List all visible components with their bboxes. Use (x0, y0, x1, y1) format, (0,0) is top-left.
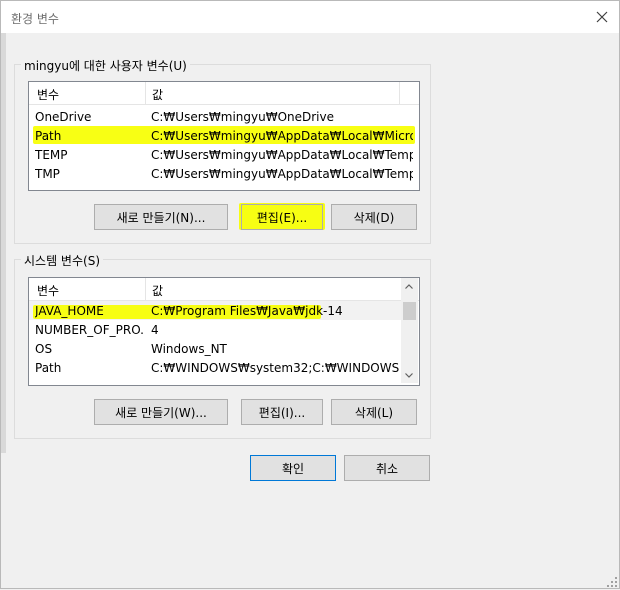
user-variables-list[interactable]: 변수 값 OneDrive C:₩Users₩mingyu₩OneDrive P… (28, 81, 420, 191)
user-row-temp[interactable]: TEMP C:₩Users₩mingyu₩AppData₩Local₩Temp (29, 146, 419, 165)
user-new-button[interactable]: 새로 만들기(N)... (94, 204, 228, 230)
window-edge-strip (1, 33, 6, 453)
system-new-button[interactable]: 새로 만들기(W)... (94, 399, 228, 425)
user-delete-button[interactable]: 삭제(D) (331, 204, 417, 230)
system-col-name-header[interactable]: 변수 (37, 282, 59, 299)
system-variables-label: 시스템 변수(S) (21, 252, 103, 269)
system-var-value: Windows_NT (151, 342, 227, 356)
user-var-value: C:₩Users₩mingyu₩OneDrive (151, 110, 334, 124)
system-edit-button[interactable]: 편집(I)... (241, 399, 323, 425)
user-var-value: C:₩Users₩mingyu₩AppData₩Local₩Micro... (151, 129, 413, 143)
user-var-name: TMP (35, 167, 60, 181)
environment-variables-dialog: 환경 변수 mingyu에 대한 사용자 변수(U) 변수 값 OneDrive… (0, 0, 620, 589)
cancel-button[interactable]: 취소 (344, 455, 430, 481)
user-var-name: OneDrive (35, 110, 92, 124)
system-row-os[interactable]: OS Windows_NT (29, 340, 401, 359)
chevron-down-icon[interactable] (402, 369, 416, 381)
system-row-path[interactable]: Path C:₩WINDOWS₩system32;C:₩WINDOWS;C... (29, 359, 401, 378)
user-edit-button[interactable]: 편집(E)... (241, 204, 323, 230)
system-var-name: JAVA_HOME (35, 304, 104, 318)
system-col-separator[interactable] (145, 278, 146, 300)
user-var-name: Path (35, 129, 62, 143)
system-var-name: NUMBER_OF_PRO... (35, 323, 143, 337)
system-var-name: Path (35, 361, 62, 375)
user-variables-label: mingyu에 대한 사용자 변수(U) (21, 57, 190, 74)
system-var-value: 4 (151, 323, 159, 337)
system-col-value-header[interactable]: 값 (152, 282, 163, 299)
user-row-tmp[interactable]: TMP C:₩Users₩mingyu₩AppData₩Local₩Temp (29, 165, 419, 184)
system-delete-button[interactable]: 삭제(L) (331, 399, 417, 425)
system-variables-list[interactable]: 변수 값 JAVA_HOME C:₩Program Files₩Java₩jdk… (28, 277, 420, 386)
user-row-onedrive[interactable]: OneDrive C:₩Users₩mingyu₩OneDrive (29, 108, 419, 127)
ok-button[interactable]: 확인 (250, 455, 336, 481)
window-title: 환경 변수 (11, 12, 59, 26)
user-col-separator[interactable] (145, 82, 146, 104)
user-var-name: TEMP (35, 148, 68, 162)
system-row-number-of-processors[interactable]: NUMBER_OF_PRO... 4 (29, 321, 401, 340)
user-col-value-header[interactable]: 값 (152, 86, 163, 103)
user-col-separator-2[interactable] (399, 82, 400, 104)
user-col-name-header[interactable]: 변수 (37, 86, 59, 103)
scrollbar-thumb[interactable] (403, 302, 416, 320)
user-var-value: C:₩Users₩mingyu₩AppData₩Local₩Temp (151, 148, 413, 162)
chevron-up-icon[interactable] (402, 280, 416, 292)
system-var-value: C:₩Program Files₩Java₩jdk-14 (151, 304, 343, 318)
system-var-name: OS (35, 342, 53, 356)
system-row-java-home[interactable]: JAVA_HOME C:₩Program Files₩Java₩jdk-14 (29, 302, 401, 321)
system-list-header: 변수 값 (29, 278, 419, 301)
resize-grip-icon[interactable] (607, 576, 617, 587)
user-var-value: C:₩Users₩mingyu₩AppData₩Local₩Temp (151, 167, 413, 181)
title-bar[interactable]: 환경 변수 (1, 1, 619, 33)
system-list-scrollbar[interactable] (401, 278, 418, 383)
system-var-value: C:₩WINDOWS₩system32;C:₩WINDOWS;C... (151, 361, 399, 375)
user-row-path[interactable]: Path C:₩Users₩mingyu₩AppData₩Local₩Micro… (29, 127, 419, 146)
user-list-header: 변수 값 (29, 82, 419, 105)
close-icon[interactable] (591, 6, 613, 28)
